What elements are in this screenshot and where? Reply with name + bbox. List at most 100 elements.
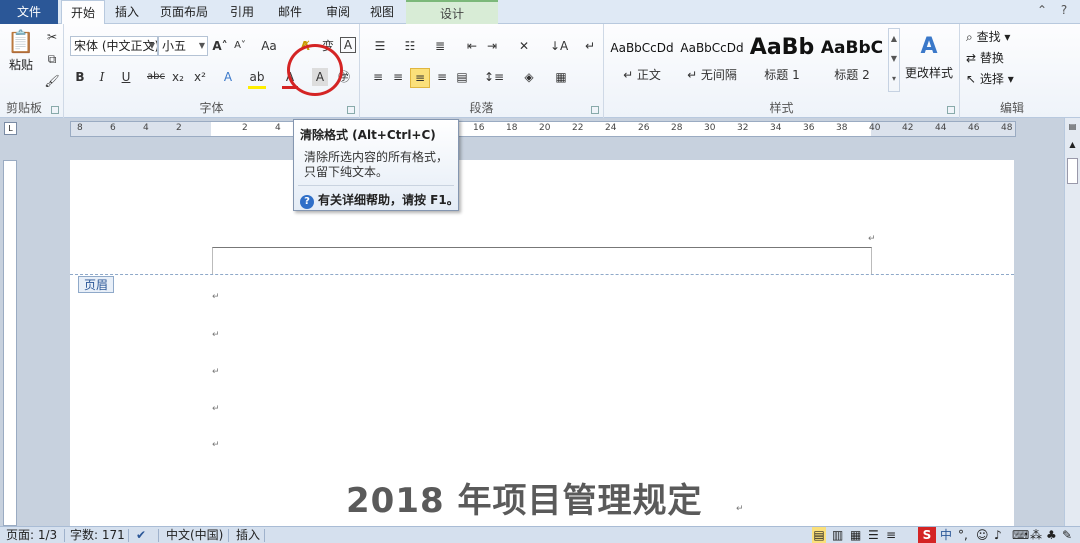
tab-references[interactable]: 引用	[222, 0, 262, 24]
align-left-icon[interactable]: ≡	[370, 68, 386, 86]
bullets-icon[interactable]: ☰	[370, 37, 390, 55]
change-case-icon[interactable]: Aa	[260, 37, 278, 55]
shading-icon[interactable]: ◈	[520, 68, 538, 86]
ime-skin-icon[interactable]: ♣	[1046, 527, 1057, 543]
ruler-tick-label: 16	[473, 123, 485, 133]
underline-icon[interactable]: U	[116, 68, 136, 86]
line-spacing-icon[interactable]: ↕≡	[484, 68, 504, 86]
paragraph-mark: ↵	[212, 367, 220, 377]
clipboard-launcher-icon[interactable]	[51, 106, 59, 114]
status-divider	[264, 529, 265, 542]
proofing-icon[interactable]: ✔	[136, 527, 146, 543]
status-mode[interactable]: 插入	[236, 527, 260, 543]
ime-chinese-icon[interactable]: 中	[940, 527, 952, 543]
ime-emoji-icon[interactable]: ☺	[976, 527, 989, 543]
tab-view[interactable]: 视图	[362, 0, 402, 24]
font-launcher-icon[interactable]	[347, 106, 355, 114]
ime-tools-icon[interactable]: ✎	[1062, 527, 1072, 543]
copy-icon[interactable]: ⧉	[44, 50, 60, 68]
asian-layout-icon[interactable]: ✕	[514, 37, 534, 55]
find-button[interactable]: ⌕ 查找 ▾	[966, 28, 1010, 45]
subscript-icon[interactable]: x₂	[170, 68, 186, 86]
ime-punct-icon[interactable]: °,	[958, 527, 968, 543]
tab-page-layout[interactable]: 页面布局	[152, 0, 216, 24]
grow-font-icon[interactable]: A˄	[212, 37, 228, 55]
print-layout-icon[interactable]: ▤	[812, 527, 826, 543]
cursor-icon: ↖	[966, 72, 977, 86]
outline-icon[interactable]: ☰	[868, 527, 879, 543]
header-tag[interactable]: 页眉	[78, 276, 115, 293]
align-right-icon[interactable]: ≡	[410, 68, 430, 88]
select-button[interactable]: ↖ 选择 ▾	[966, 70, 1014, 87]
justify-icon[interactable]: ≡	[434, 68, 450, 86]
strikethrough-icon[interactable]: abc	[146, 68, 166, 86]
show-marks-icon[interactable]: ↵	[582, 37, 598, 55]
tab-review[interactable]: 审阅	[318, 0, 358, 24]
scroll-up-icon[interactable]: ▲	[1067, 140, 1078, 152]
bold-icon[interactable]: B	[72, 68, 88, 86]
font-size-value: 小五	[162, 39, 187, 53]
character-border-icon[interactable]: A	[340, 37, 356, 53]
ime-voice-icon[interactable]: ♪	[994, 527, 1002, 543]
ime-menu-icon[interactable]: ⁂	[1030, 527, 1042, 543]
styles-launcher-icon[interactable]	[947, 106, 955, 114]
shrink-font-icon[interactable]: A˅	[232, 37, 248, 55]
styles-scroll[interactable]: ▲ ▼ ▾	[888, 28, 900, 92]
change-styles-button[interactable]: A 更改样式	[902, 30, 956, 81]
format-painter-icon[interactable]: 🖌	[44, 72, 60, 90]
style-no-spacing[interactable]: AaBbCcDd ↵ 无间隔	[678, 30, 746, 90]
replace-button[interactable]: ⇄ 替换	[966, 49, 1004, 66]
tab-file[interactable]: 文件	[0, 0, 58, 24]
ruler-tick-label: 2	[176, 123, 182, 133]
distributed-icon[interactable]: ▤	[454, 68, 470, 86]
web-layout-icon[interactable]: ▦	[850, 527, 861, 543]
scroll-thumb[interactable]	[1067, 158, 1078, 184]
style-heading-2[interactable]: AaBbC 标题 2	[818, 30, 886, 90]
tooltip-body: 清除所选内容的所有格式，只留下纯文本。	[304, 150, 449, 179]
cut-icon[interactable]: ✂	[44, 28, 60, 46]
tab-design[interactable]: 设计	[406, 0, 498, 24]
tab-insert[interactable]: 插入	[108, 0, 146, 24]
text-effects-icon[interactable]: A	[220, 68, 236, 86]
minimize-ribbon-icon[interactable]: ⌃	[1034, 3, 1050, 17]
status-bar: 页面: 1/3 字数: 171 ✔ 中文(中国) 插入 ▤ ▥ ▦ ☰ ≡ S …	[0, 526, 1080, 543]
font-size-combo[interactable]: 小五 ▼	[158, 36, 208, 56]
ruler-toggle-icon[interactable]: ▤	[1067, 122, 1078, 134]
paste-label: 粘贴	[8, 58, 33, 72]
status-words[interactable]: 字数: 171	[70, 527, 125, 543]
tab-home[interactable]: 开始	[61, 0, 105, 25]
align-center-icon[interactable]: ≡	[390, 68, 406, 86]
vertical-ruler[interactable]	[3, 160, 17, 526]
paragraph-launcher-icon[interactable]	[591, 106, 599, 114]
full-screen-reading-icon[interactable]: ▥	[832, 527, 843, 543]
style-heading-1[interactable]: AaBb 标题 1	[748, 30, 816, 90]
vertical-scrollbar[interactable]: ▤ ▲	[1064, 118, 1080, 526]
font-family-combo[interactable]: 宋体 (中文正文) ▼	[70, 36, 158, 56]
ime-logo-icon[interactable]: S	[918, 527, 936, 543]
tab-selector-icon[interactable]: L	[4, 122, 17, 135]
superscript-icon[interactable]: x²	[192, 68, 208, 86]
italic-icon[interactable]: I	[94, 68, 110, 86]
highlight-icon[interactable]: ab	[248, 68, 266, 89]
tab-mailings[interactable]: 邮件	[270, 0, 310, 24]
document-page[interactable]: ↵ 页眉 ↵ ↵ ↵ ↵ ↵ 2018 年项目管理规定 ↵	[70, 160, 1014, 526]
style-name: ↵ 无间隔	[687, 68, 737, 82]
sort-icon[interactable]: ↓A	[550, 37, 568, 55]
multilevel-list-icon[interactable]: ≣	[430, 37, 450, 55]
font-family-value: 宋体 (中文正文)	[74, 39, 158, 53]
decrease-indent-icon[interactable]: ⇤	[464, 37, 480, 55]
draft-icon[interactable]: ≡	[886, 527, 896, 543]
horizontal-ruler[interactable]: 8642246810121416182022242628303234363840…	[70, 121, 1016, 137]
style-normal[interactable]: AaBbCcDd ↵ 正文	[608, 30, 676, 90]
numbering-icon[interactable]: ☷	[400, 37, 420, 55]
status-page[interactable]: 页面: 1/3	[6, 527, 57, 543]
paste-button[interactable]: 📋 粘贴	[4, 30, 38, 73]
help-icon[interactable]: ?	[1056, 3, 1072, 17]
header-separator	[70, 274, 1014, 275]
ruler-tick-label: 32	[737, 123, 749, 133]
status-language[interactable]: 中文(中国)	[166, 527, 223, 543]
ruler-tick-label: 42	[902, 123, 914, 133]
increase-indent-icon[interactable]: ⇥	[484, 37, 500, 55]
borders-icon[interactable]: ▦	[552, 68, 570, 86]
ime-keyboard-icon[interactable]: ⌨	[1012, 527, 1029, 543]
